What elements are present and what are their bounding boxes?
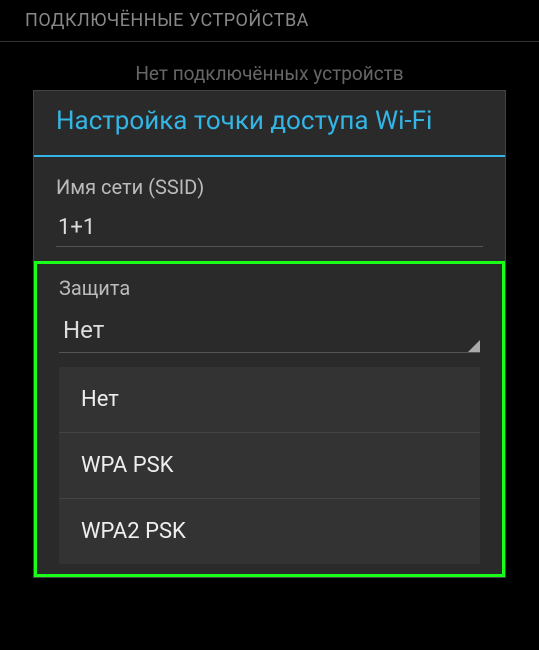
dialog-title: Настройка точки доступа Wi-Fi — [34, 91, 505, 157]
ssid-label: Имя сети (SSID) — [56, 175, 483, 199]
security-dropdown[interactable]: Нет — [59, 308, 480, 353]
security-option-wpa-psk[interactable]: WPA PSK — [59, 433, 480, 499]
hotspot-dialog: Настройка точки доступа Wi-Fi Имя сети (… — [33, 90, 506, 578]
no-devices-text: Нет подключённых устройств — [0, 42, 539, 95]
security-label: Защита — [59, 276, 480, 300]
security-section: Защита Нет Нет WPA PSK WPA2 PSK — [34, 261, 505, 577]
ssid-input[interactable] — [56, 209, 483, 247]
ssid-field-block: Имя сети (SSID) — [34, 157, 505, 247]
security-options-list: Нет WPA PSK WPA2 PSK — [59, 367, 480, 564]
security-option-wpa2-psk[interactable]: WPA2 PSK — [59, 499, 480, 564]
security-option-none[interactable]: Нет — [59, 367, 480, 433]
screen-header: ПОДКЛЮЧЁННЫЕ УСТРОЙСТВА — [0, 0, 539, 42]
